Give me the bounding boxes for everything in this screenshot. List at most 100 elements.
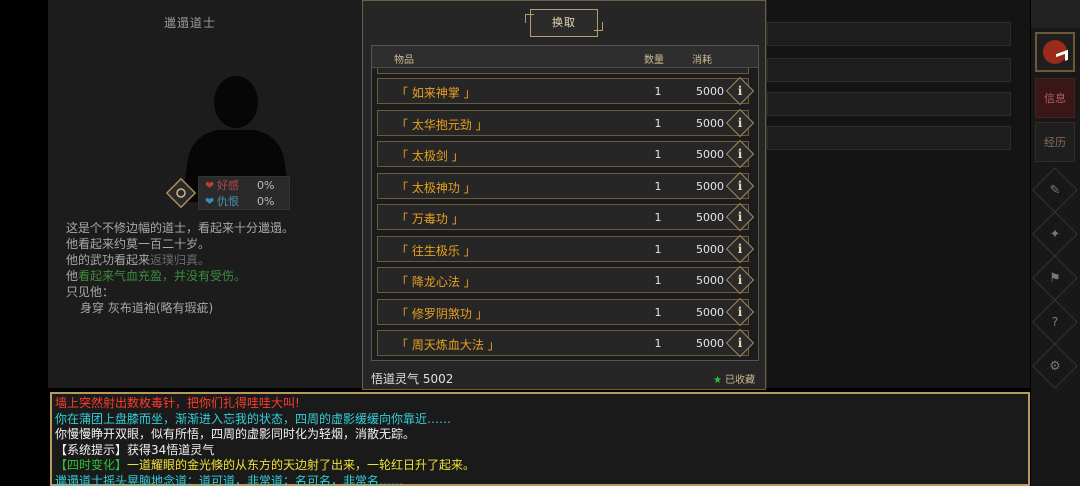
exchange-modal: 换取 物品 数量 消耗 「 如来神掌 」 1 5000 i 「 太华抱元劲 」 … [362,0,766,390]
item-cost: 5000 [696,274,724,287]
log-line: 墙上突然射出数枚毒针，把你们扎得哇哇大叫! [55,396,300,410]
modal-title: 换取 [552,16,576,29]
header-qty: 数量 [644,55,664,66]
right-row [767,92,1011,116]
header-cost: 消耗 [692,55,712,66]
tab-history[interactable]: 经历 [1035,122,1075,162]
right-row [767,58,1011,82]
stat-label: 仇恨 [217,195,239,208]
currency-label: 悟道灵气 5002 [371,372,454,386]
info-icon[interactable]: i [725,108,755,137]
help-icon: ? [1032,299,1078,345]
desc-line: 只见他： [66,285,115,299]
list-item[interactable]: 「 如来神掌 」 1 5000 i [377,76,755,106]
item-cost: 5000 [696,305,724,319]
item-qty: 1 [654,85,662,98]
sect-icon: ⚑ [1032,255,1078,301]
list-item[interactable]: 「 太极神功 」 1 5000 i [377,171,755,200]
item-cost: 5000 [696,242,724,256]
info-glyph: i [737,210,743,224]
study-button[interactable]: ✦ [1032,211,1078,257]
stat-hatred: ❤ 仇恨 0% [199,193,289,209]
desc-line: 这是个不修边幅的道士，看起来十分邋遢。 [66,221,295,235]
list-item[interactable]: 「 降龙心法 」 1 5000 i [377,265,755,295]
info-icon[interactable]: i [725,202,755,232]
info-icon[interactable]: i [725,76,755,106]
star-icon: ★ [713,375,722,386]
header-item: 物品 [394,55,414,66]
info-icon[interactable]: i [725,328,755,358]
info-glyph: i [737,273,743,287]
right-row [767,126,1011,150]
list-item[interactable]: 「 太极剑 」 1 5000 i [377,139,755,169]
craft-icon: ✎ [1032,167,1078,213]
list-header: 物品 数量 消耗 [372,46,758,68]
settings-icon: ⚙ [1032,343,1078,389]
info-icon[interactable]: i [725,139,755,169]
study-icon: ✦ [1032,211,1078,257]
item-name: 「 周天炼血大法 」 [396,338,500,352]
item-qty: 1 [654,116,662,130]
item-cost: 5000 [696,337,724,350]
favorite-toggle[interactable]: ★ 已收藏 [713,371,755,386]
item-qty: 1 [654,337,662,350]
help-button[interactable]: ? [1032,299,1078,345]
item-qty: 1 [654,274,662,287]
desc-health: 看起来气血充盈，并没有受伤。 [78,269,247,283]
item-cost: 5000 [696,148,724,161]
item-qty: 1 [654,148,662,161]
tab-info[interactable]: 信息 [1035,78,1075,118]
info-glyph: i [737,147,743,161]
info-glyph: i [737,304,743,319]
stat-value: 0% [257,178,275,192]
npc-description: 这是个不修边幅的道士，看起来十分邋遢。 他看起来约莫一百二十岁。 他的武功看起来… [66,220,366,316]
stat-label: 好感 [217,179,239,192]
info-icon[interactable]: i [725,171,755,200]
list-item[interactable]: 「 太华抱元劲 」 1 5000 i [377,108,755,137]
item-name: 「 如来神掌 」 [396,86,476,100]
item-cost: 5000 [696,116,724,130]
message-log[interactable]: 墙上突然射出数枚毒针，把你们扎得哇哇大叫! 你在蒲团上盘膝而坐，渐渐进入忘我的状… [50,392,1030,486]
item-qty: 1 [654,305,662,319]
sect-button[interactable]: ⚑ [1032,255,1078,301]
info-glyph: i [737,115,743,130]
heart-icon: ❤ [205,194,215,208]
list-item[interactable]: 「 往生极乐 」 1 5000 i [377,234,755,263]
list-item[interactable]: 「 周天炼血大法 」 1 5000 i [377,328,755,358]
stat-value: 0% [257,194,275,208]
share-button[interactable] [1035,32,1075,72]
right-row [767,22,1011,46]
item-cost: 5000 [696,211,724,224]
info-glyph: i [737,178,743,193]
exchange-list[interactable]: 物品 数量 消耗 「 如来神掌 」 1 5000 i 「 太华抱元劲 」 1 5… [371,45,759,361]
info-glyph: i [737,241,743,256]
list-item[interactable]: 「 万毒功 」 1 5000 i [377,202,755,232]
item-name: 「 修罗阴煞功 」 [396,306,488,321]
craft-button[interactable]: ✎ [1032,167,1078,213]
log-line: 邋遢道士摇头晃脑地念道：道可道，非常道；名可名，非常名…… [55,473,404,486]
modal-title-frame: 换取 [525,9,603,37]
desc-line: 他看起来气血充盈，并没有受伤。 [66,268,366,284]
item-cost: 5000 [696,85,724,98]
tab-history-label: 经历 [1035,122,1075,162]
log-text: 一道耀眼的金光倏的从东方的天边射了出来，一轮红日升了起来。 [127,458,476,472]
info-icon[interactable]: i [725,297,755,326]
stat-favor: ❤ 好感 0% [199,177,289,193]
log-line: 【系统提示】获得34悟道灵气 [55,442,215,457]
info-icon[interactable]: i [725,265,755,295]
log-line: 你慢慢睁开双眼，似有所悟，四周的虚影同时化为轻烟，消散无踪。 [55,427,416,441]
list-item[interactable]: 「 修罗阴煞功 」 1 5000 i [377,297,755,326]
info-icon[interactable]: i [725,234,755,263]
item-name: 「 降龙心法 」 [396,275,476,289]
settings-button[interactable]: ⚙ [1032,343,1078,389]
item-name: 「 万毒功 」 [396,212,464,226]
sidebar-top [1031,0,1080,28]
desc-line: 他看起来约莫一百二十岁。 [66,237,211,251]
item-name: 「 太极剑 」 [396,149,464,163]
item-qty: 1 [654,211,662,224]
tab-info-label: 信息 [1035,78,1075,118]
info-glyph: i [737,336,743,350]
item-qty: 1 [654,242,662,256]
item-name: 「 太极神功 」 [396,180,476,195]
desc-skill-level: 返璞归真。 [150,253,211,267]
